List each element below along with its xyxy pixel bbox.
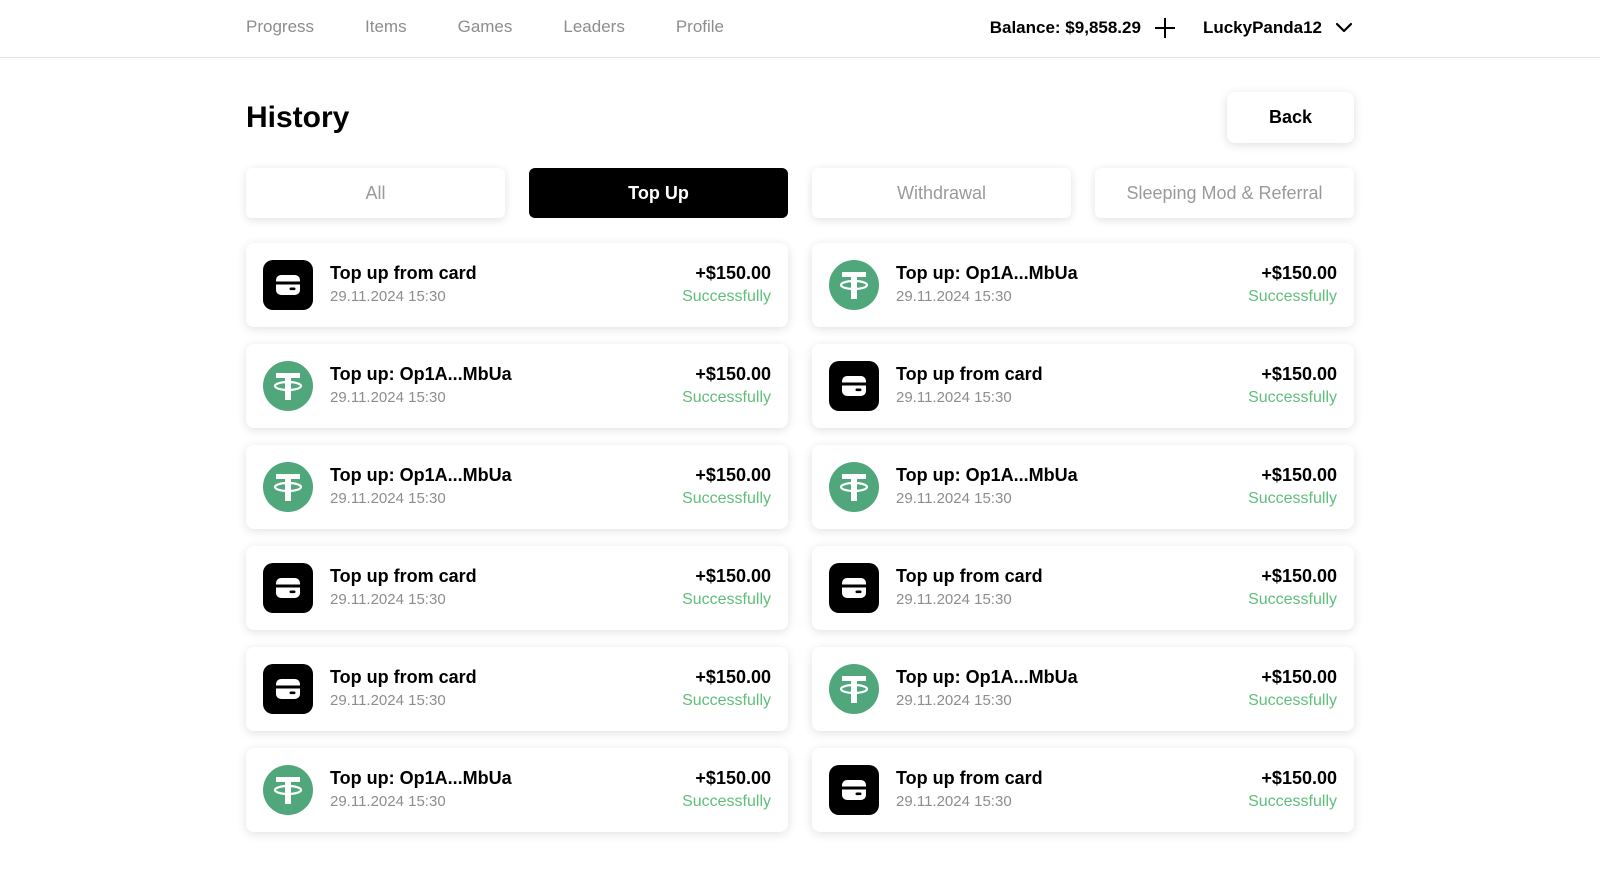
transaction-card[interactable]: Top up: Op1A...MbUa 29.11.2024 15:30 +$150… xyxy=(246,748,788,832)
card-icon xyxy=(263,664,313,714)
tether-icon xyxy=(829,664,879,714)
transaction-amount: +$150.00 xyxy=(695,566,771,586)
transaction-title: Top up from card xyxy=(896,364,1043,384)
transaction-amount: +$150.00 xyxy=(1261,667,1337,687)
transaction-title: Top up: Op1A...MbUa xyxy=(330,364,512,384)
tab-all[interactable]: All xyxy=(246,168,505,218)
transaction-status: Successfully xyxy=(682,490,771,507)
transaction-status: Successfully xyxy=(682,288,771,305)
transaction-amount: +$150.00 xyxy=(1261,566,1337,586)
tether-icon xyxy=(829,260,879,310)
main-nav: Progress Items Games Leaders Profile xyxy=(246,17,775,37)
nav-item-items[interactable]: Items xyxy=(365,17,407,37)
transaction-date: 29.11.2024 15:30 xyxy=(896,288,1012,305)
history-filter-tabs: All Top Up Withdrawal Sleeping Mod & Ref… xyxy=(246,168,1354,218)
page-title: History xyxy=(246,101,350,134)
username-menu[interactable]: LuckyPanda12 xyxy=(1203,18,1322,38)
tab-top-up[interactable]: Top Up xyxy=(529,168,788,218)
transaction-title: Top up from card xyxy=(896,566,1043,586)
transaction-status: Successfully xyxy=(1248,288,1337,305)
balance-display: Balance: $9,858.29 xyxy=(989,18,1141,37)
transaction-date: 29.11.2024 15:30 xyxy=(896,793,1012,810)
transaction-card[interactable]: Top up from card 29.11.2024 15:30 +$150.00… xyxy=(812,546,1354,630)
card-icon xyxy=(263,563,313,613)
transaction-date: 29.11.2024 15:30 xyxy=(896,490,1012,507)
transaction-amount: +$150.00 xyxy=(695,667,771,687)
transaction-status: Successfully xyxy=(1248,692,1337,709)
transaction-title: Top up: Op1A...MbUa xyxy=(896,263,1078,283)
card-icon xyxy=(829,765,879,815)
transaction-card[interactable]: Top up: Op1A...MbUa 29.11.2024 15:30 +$150… xyxy=(246,344,788,428)
transaction-card[interactable]: Top up: Op1A...MbUa 29.11.2024 15:30 +$150… xyxy=(812,243,1354,327)
transaction-card[interactable]: Top up: Op1A...MbUa 29.11.2024 15:30 +$150… xyxy=(246,445,788,529)
transaction-amount: +$150.00 xyxy=(1261,263,1337,283)
transaction-date: 29.11.2024 15:30 xyxy=(896,692,1012,709)
transaction-title: Top up: Op1A...MbUa xyxy=(330,768,512,788)
nav-item-leaders[interactable]: Leaders xyxy=(563,17,624,37)
tether-icon xyxy=(263,765,313,815)
nav-item-games[interactable]: Games xyxy=(458,17,513,37)
tether-icon xyxy=(829,462,879,512)
transaction-status: Successfully xyxy=(682,692,771,709)
transaction-amount: +$150.00 xyxy=(695,465,771,485)
transaction-status: Successfully xyxy=(682,591,771,608)
top-navigation-bar: Progress Items Games Leaders Profile Bal… xyxy=(0,0,1600,58)
transaction-status: Successfully xyxy=(682,389,771,406)
transaction-list: Top up from card 29.11.2024 15:30 +$150.00… xyxy=(246,243,1354,832)
transaction-amount: +$150.00 xyxy=(1261,465,1337,485)
transaction-title: Top up: Op1A...MbUa xyxy=(896,667,1078,687)
transaction-amount: +$150.00 xyxy=(695,263,771,283)
transaction-card[interactable]: Top up from card 29.11.2024 15:30 +$150.00… xyxy=(246,647,788,731)
nav-item-progress[interactable]: Progress xyxy=(246,17,314,37)
chevron-down-icon[interactable] xyxy=(1334,18,1354,38)
transaction-card[interactable]: Top up: Op1A...MbUa 29.11.2024 15:30 +$150… xyxy=(812,445,1354,529)
add-funds-plus-icon[interactable] xyxy=(1153,16,1177,40)
transaction-title: Top up: Op1A...MbUa xyxy=(896,465,1078,485)
tether-icon xyxy=(263,462,313,512)
transaction-date: 29.11.2024 15:30 xyxy=(896,389,1012,406)
tether-icon xyxy=(263,361,313,411)
transaction-status: Successfully xyxy=(1248,793,1337,810)
transaction-card[interactable]: Top up from card 29.11.2024 15:30 +$150.00… xyxy=(246,546,788,630)
transaction-card[interactable]: Top up from card 29.11.2024 15:30 +$150.00… xyxy=(812,344,1354,428)
card-icon xyxy=(263,260,313,310)
transaction-card[interactable]: Top up from card 29.11.2024 15:30 +$150.00… xyxy=(812,748,1354,832)
transaction-card[interactable]: Top up from card 29.11.2024 15:30 +$150.00… xyxy=(246,243,788,327)
transaction-amount: +$150.00 xyxy=(1261,364,1337,384)
transaction-date: 29.11.2024 15:30 xyxy=(330,490,446,507)
transaction-date: 29.11.2024 15:30 xyxy=(330,793,446,810)
transaction-status: Successfully xyxy=(1248,389,1337,406)
transaction-date: 29.11.2024 15:30 xyxy=(330,692,446,709)
back-button[interactable]: Back xyxy=(1227,92,1354,143)
transaction-card[interactable]: Top up: Op1A...MbUa 29.11.2024 15:30 +$150… xyxy=(812,647,1354,731)
transaction-amount: +$150.00 xyxy=(695,768,771,788)
nav-item-profile[interactable]: Profile xyxy=(676,17,724,37)
transaction-status: Successfully xyxy=(1248,591,1337,608)
transaction-title: Top up from card xyxy=(330,566,477,586)
transaction-date: 29.11.2024 15:30 xyxy=(330,389,446,406)
transaction-title: Top up from card xyxy=(896,768,1043,788)
transaction-title: Top up: Op1A...MbUa xyxy=(330,465,512,485)
transaction-amount: +$150.00 xyxy=(1261,768,1337,788)
transaction-title: Top up from card xyxy=(330,263,477,283)
card-icon xyxy=(829,361,879,411)
transaction-date: 29.11.2024 15:30 xyxy=(896,591,1012,608)
transaction-status: Successfully xyxy=(682,793,771,810)
tab-sleeping-mod-referral[interactable]: Sleeping Mod & Referral xyxy=(1095,168,1354,218)
transaction-amount: +$150.00 xyxy=(695,364,771,384)
card-icon xyxy=(829,563,879,613)
transaction-title: Top up from card xyxy=(330,667,477,687)
transaction-date: 29.11.2024 15:30 xyxy=(330,591,446,608)
transaction-date: 29.11.2024 15:30 xyxy=(330,288,446,305)
account-area: Balance: $9,858.29 LuckyPanda12 xyxy=(990,15,1354,41)
tab-withdrawal[interactable]: Withdrawal xyxy=(812,168,1071,218)
transaction-status: Successfully xyxy=(1248,490,1337,507)
